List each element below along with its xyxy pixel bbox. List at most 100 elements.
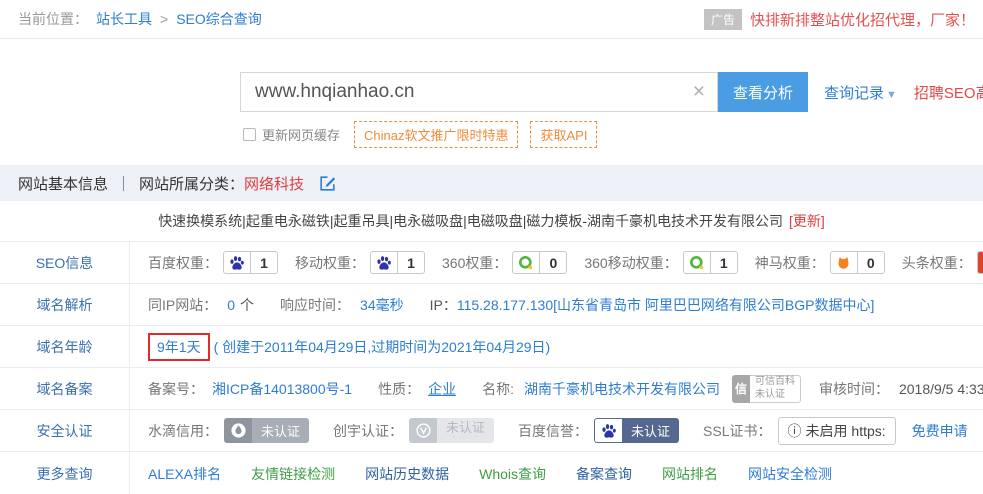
weight-value: 0 <box>858 252 884 273</box>
link-site-history[interactable]: 网站历史数据 <box>365 464 449 484</box>
url-input[interactable] <box>241 81 681 103</box>
link-site-rank[interactable]: 网站排名 <box>662 464 718 484</box>
shuidi-status: 未认证 <box>252 418 309 443</box>
link-icp-query[interactable]: 备案查询 <box>576 464 632 484</box>
audit-time-value: 2018/9/5 4:33:29 <box>899 381 983 397</box>
icp-nature-link[interactable]: 企业 <box>428 379 456 399</box>
weight-baidu-pc: 百度权重： 1 <box>148 251 278 274</box>
row-content-dns: 同IP网站： 0 个 响应时间： 34毫秒 IP： 115.28.177.130… <box>130 284 983 325</box>
cache-checkbox-label: 更新网页缓存 <box>262 125 340 144</box>
category-value-link[interactable]: 网络科技 <box>244 173 304 194</box>
trust-badge-line1: 可信百科 <box>755 376 795 389</box>
weight-label: 头条权重： <box>902 253 972 273</box>
weight-label: 360权重： <box>442 253 507 273</box>
weight-baidu-mobile: 移动权重： 1 <box>295 251 425 274</box>
ip-value-link[interactable]: 115.28.177.130[山东省青岛市 阿里巴巴网络有限公司BGP数据中心] <box>457 295 875 315</box>
weight-toutiao: 头条权重： 头条 1 <box>902 251 983 274</box>
baidu-xinyu-badge[interactable]: 未认证 <box>594 418 679 443</box>
history-label: 查询记录 <box>824 85 884 102</box>
cache-checkbox[interactable] <box>243 128 256 141</box>
weight-label: 百度权重： <box>148 253 218 273</box>
section-title: 网站基本信息 <box>18 173 108 194</box>
clear-icon[interactable]: × <box>681 73 717 111</box>
audit-time-label: 审核时间： <box>819 379 889 399</box>
baidu-weight-badge[interactable]: 1 <box>223 251 278 274</box>
row-content-icp: 备案号： 湘ICP备14013800号-1 性质： 企业 名称: 湖南千豪机电技… <box>130 368 983 409</box>
site-info-section: 网站基本信息 ｜ 网站所属分类： 网络科技 快速换模系统|起重电永磁铁|起重吊具… <box>0 165 983 494</box>
chuangyu-label: 创宇认证： <box>333 421 403 441</box>
ad-link[interactable]: 快排新排整站优化招代理，厂家！ <box>750 9 975 30</box>
table-row-age: 域名年龄 9年1天 ( 创建于2011年04月29日,过期时间为2021年04月… <box>0 326 983 368</box>
baidu-xinyu-label: 百度信誉： <box>518 421 588 441</box>
baidu-paw-icon <box>224 252 251 273</box>
breadcrumb: 当前位置： 站长工具 > SEO综合查询 <box>18 9 262 29</box>
shenma-icon <box>831 252 858 273</box>
domain-age-highlight: 9年1天 <box>148 333 210 361</box>
options-row: 更新网页缓存 Chinaz软文推广限时特惠 获取API <box>243 121 609 148</box>
icp-number-link[interactable]: 湘ICP备14013800号-1 <box>212 379 352 399</box>
history-dropdown[interactable]: 查询记录▼ <box>824 82 897 103</box>
security-chuangyu: 创宇认证： 未认证 - ···· - <box>333 418 494 443</box>
baidu-paw-icon <box>371 252 398 273</box>
row-content-seo: 百度权重： 1 移动权重： 1 360权重： 0 <box>130 242 983 283</box>
link-whois[interactable]: Whois查询 <box>479 464 546 484</box>
link-alexa-rank[interactable]: ALEXA排名 <box>148 464 221 484</box>
row-content-security: 水滴信用： 未认证 创宇认证： 未认证 - ···· - 百度信誉： <box>130 410 983 451</box>
row-label-dns: 域名解析 <box>0 284 130 325</box>
response-time-label: 响应时间： <box>280 295 350 315</box>
trust-badge-line2: 未认证 <box>755 389 795 402</box>
hire-seo-link[interactable]: 招聘SEO高手 <box>914 82 983 103</box>
info-icon: ⓘ <box>788 421 802 441</box>
security-baidu: 百度信誉： 未认证 <box>518 418 679 443</box>
icp-number-label: 备案号： <box>148 379 204 399</box>
weight-label: 神马权重： <box>755 253 825 273</box>
trust-icon: 信 <box>732 375 750 403</box>
analyze-button[interactable]: 查看分析 <box>718 72 808 112</box>
ssl-status-box[interactable]: ⓘ 未启用 https: <box>778 417 896 445</box>
shuidi-badge[interactable]: 未认证 <box>224 418 309 443</box>
section-header: 网站基本信息 ｜ 网站所属分类： 网络科技 <box>0 165 983 201</box>
toutiao-icon: 头条 <box>978 252 983 273</box>
breadcrumb-link-tools[interactable]: 站长工具 <box>96 9 152 29</box>
ssl-label: SSL证书： <box>703 421 771 441</box>
table-row-seo: SEO信息 百度权重： 1 移动权重： 1 360权重： <box>0 242 983 284</box>
section-divider: ｜ <box>116 173 131 194</box>
ssl-status-text: 未启用 https: <box>806 421 886 441</box>
ad-zone: 广告 快排新排整站优化招代理，厂家！ <box>704 9 975 30</box>
so360-icon <box>513 252 540 273</box>
domain-age-detail: ( 创建于2011年04月29日,过期时间为2021年04月29日) <box>214 337 551 357</box>
weight-value: 0 <box>540 252 566 273</box>
weight-value: 1 <box>711 252 737 273</box>
trust-encyclopedia-badge[interactable]: 信 可信百科 未认证 <box>732 375 801 403</box>
so360-mobile-weight-badge[interactable]: 1 <box>683 251 738 274</box>
get-api-button[interactable]: 获取API <box>530 121 597 148</box>
same-ip-label: 同IP网站： <box>148 295 217 315</box>
update-title-link[interactable]: [更新] <box>789 211 825 231</box>
breadcrumb-link-seo[interactable]: SEO综合查询 <box>176 9 262 29</box>
ip-label: IP： <box>430 295 457 315</box>
edit-icon[interactable] <box>318 174 337 193</box>
link-site-security[interactable]: 网站安全检测 <box>748 464 832 484</box>
site-title-row: 快速换模系统|起重电永磁铁|起重吊具|电永磁吸盘|电磁吸盘|磁力模板-湖南千豪机… <box>0 201 983 242</box>
baidu-mobile-weight-badge[interactable]: 1 <box>370 251 425 274</box>
promo-button[interactable]: Chinaz软文推广限时特惠 <box>354 121 518 148</box>
shenma-weight-badge[interactable]: 0 <box>830 251 885 274</box>
toutiao-weight-badge[interactable]: 头条 1 <box>977 251 983 274</box>
icp-company-link[interactable]: 湖南千豪机电技术开发有限公司 <box>524 379 720 399</box>
water-drop-icon <box>224 418 252 443</box>
table-row-more: 更多查询 ALEXA排名 友情链接检测 网站历史数据 Whois查询 备案查询 … <box>0 452 983 494</box>
weight-value: 1 <box>251 252 277 273</box>
row-label-age: 域名年龄 <box>0 326 130 367</box>
ssl-apply-link[interactable]: 免费申请 <box>912 421 968 441</box>
chuangyu-badge[interactable]: 未认证 - ···· - <box>409 418 494 443</box>
table-row-dns: 域名解析 同IP网站： 0 个 响应时间： 34毫秒 IP： 115.28.17… <box>0 284 983 326</box>
so360-weight-badge[interactable]: 0 <box>512 251 567 274</box>
row-label-security: 安全认证 <box>0 410 130 451</box>
link-friend-links[interactable]: 友情链接检测 <box>251 464 335 484</box>
table-row-security: 安全认证 水滴信用： 未认证 创宇认证： 未认证 - ···· - <box>0 410 983 452</box>
so360-icon <box>684 252 711 273</box>
chevron-down-icon: ▼ <box>886 89 897 101</box>
security-ssl: SSL证书： ⓘ 未启用 https: 免费申请 <box>703 417 968 445</box>
baidu-paw-icon <box>594 418 622 443</box>
same-ip-value-link[interactable]: 0 <box>227 297 235 313</box>
